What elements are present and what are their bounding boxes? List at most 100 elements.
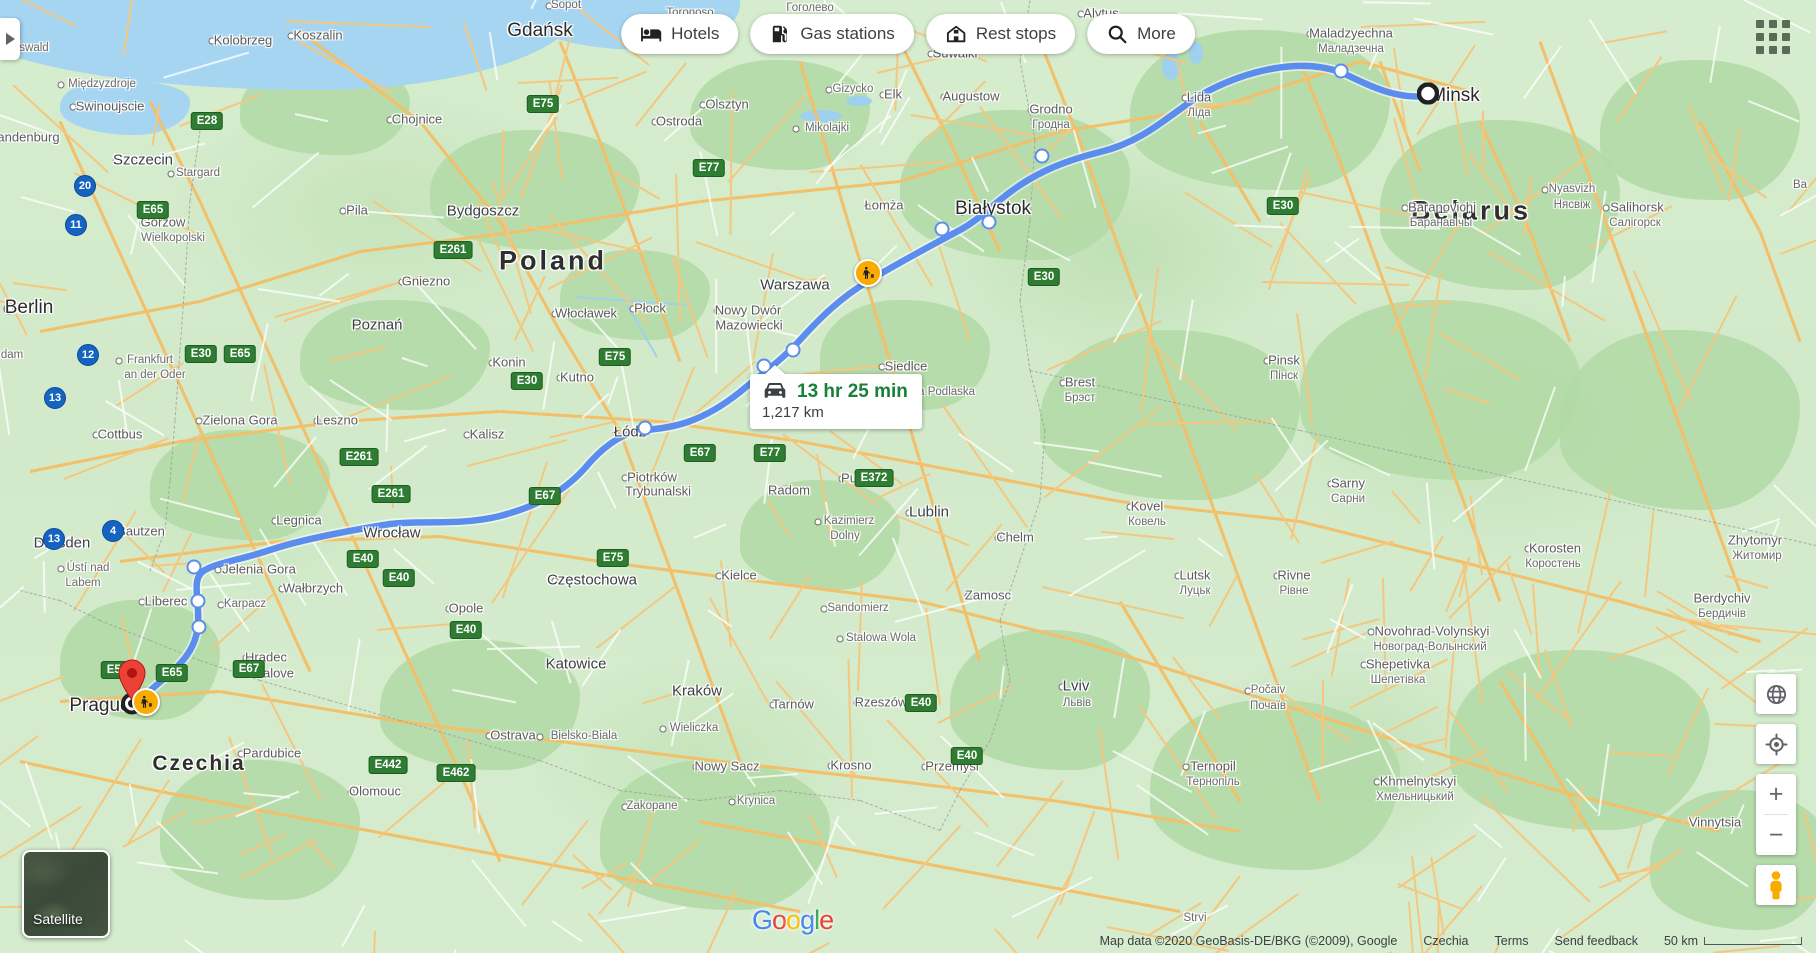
zoom-out-button[interactable]: − xyxy=(1756,815,1796,855)
city-dot[interactable] xyxy=(287,33,294,40)
city-dot[interactable] xyxy=(1182,764,1189,771)
city-dot[interactable] xyxy=(1307,31,1314,38)
city-dot[interactable] xyxy=(69,104,76,111)
city-dot[interactable] xyxy=(879,92,886,99)
city-dot[interactable] xyxy=(58,82,65,89)
city-dot[interactable] xyxy=(1060,380,1067,387)
city-dot[interactable] xyxy=(238,751,245,758)
city-dot[interactable] xyxy=(1274,573,1281,580)
city-dot[interactable] xyxy=(3,304,14,315)
city-dot[interactable] xyxy=(536,734,543,741)
zoom-in-button[interactable]: + xyxy=(1756,774,1796,814)
city-dot[interactable] xyxy=(1264,358,1271,365)
city-dot[interactable] xyxy=(399,279,406,286)
zoom-controls[interactable]: + − xyxy=(1756,774,1796,855)
map-controls[interactable]: + − xyxy=(1756,674,1796,905)
route-waypoint[interactable] xyxy=(1334,64,1349,79)
city-dot[interactable] xyxy=(715,573,722,580)
city-dot[interactable] xyxy=(769,488,776,495)
region-link[interactable]: Czechia xyxy=(1423,934,1468,948)
route-waypoint[interactable] xyxy=(187,560,202,575)
terms-link[interactable]: Terms xyxy=(1495,934,1529,948)
city-dot[interactable] xyxy=(348,789,355,796)
route-waypoint[interactable] xyxy=(1035,149,1050,164)
city-dot[interactable] xyxy=(449,209,456,216)
city-dot[interactable] xyxy=(196,418,203,425)
city-dot[interactable] xyxy=(957,205,968,216)
route-origin-marker-minsk[interactable] xyxy=(1417,83,1439,110)
city-dot[interactable] xyxy=(552,311,559,318)
city-dot[interactable] xyxy=(1401,205,1408,212)
city-dot[interactable] xyxy=(116,358,123,365)
city-dot[interactable] xyxy=(1328,481,1335,488)
city-dot[interactable] xyxy=(621,804,628,811)
city-dot[interactable] xyxy=(879,364,886,371)
city-dot[interactable] xyxy=(693,764,700,771)
route-waypoint[interactable] xyxy=(638,421,653,436)
city-dot[interactable] xyxy=(551,578,558,585)
city-dot[interactable] xyxy=(463,432,470,439)
city-dot[interactable] xyxy=(854,700,861,707)
city-dot[interactable] xyxy=(660,726,667,733)
city-dot[interactable] xyxy=(1367,629,1374,636)
city-dot[interactable] xyxy=(1541,187,1548,194)
city-dot[interactable] xyxy=(35,541,42,548)
city-dot[interactable] xyxy=(313,418,320,425)
city-dot[interactable] xyxy=(940,94,947,101)
chip-rest-stops[interactable]: Rest stops xyxy=(926,14,1075,54)
city-dot[interactable] xyxy=(1374,779,1381,786)
apps-grid-icon[interactable] xyxy=(1756,20,1790,54)
city-dot[interactable] xyxy=(905,510,912,517)
expand-panel-button[interactable] xyxy=(0,18,20,60)
category-chips-toolbar[interactable]: Hotels Gas stations Rest stops More xyxy=(621,14,1195,54)
route-waypoint[interactable] xyxy=(192,620,207,635)
city-dot[interactable] xyxy=(1182,95,1189,102)
city-dot[interactable] xyxy=(714,308,721,315)
city-dot[interactable] xyxy=(826,87,833,94)
roadworks-hazard-marker[interactable] xyxy=(132,688,160,716)
chip-more[interactable]: More xyxy=(1087,14,1195,54)
city-dot[interactable] xyxy=(340,208,347,215)
city-dot[interactable] xyxy=(729,799,736,806)
city-dot[interactable] xyxy=(489,360,496,367)
route-waypoint[interactable] xyxy=(786,343,801,358)
roadworks-hazard-marker[interactable] xyxy=(854,259,882,287)
city-dot[interactable] xyxy=(837,636,844,643)
city-dot[interactable] xyxy=(386,117,393,124)
chip-gas-stations[interactable]: Gas stations xyxy=(750,14,914,54)
city-dot[interactable] xyxy=(673,689,680,696)
city-dot[interactable] xyxy=(1059,684,1066,691)
city-dot[interactable] xyxy=(613,430,620,437)
chip-hotels[interactable]: Hotels xyxy=(621,14,738,54)
city-dot[interactable] xyxy=(272,518,279,525)
city-dot[interactable] xyxy=(964,593,971,600)
city-dot[interactable] xyxy=(57,566,64,573)
city-dot[interactable] xyxy=(557,375,564,382)
route-info-tooltip[interactable]: 13 hr 25 min 1,217 km xyxy=(750,374,922,429)
city-dot[interactable] xyxy=(446,606,453,613)
city-dot[interactable] xyxy=(821,606,828,613)
city-dot[interactable] xyxy=(1127,504,1134,511)
city-dot[interactable] xyxy=(621,475,628,482)
city-dot[interactable] xyxy=(365,531,372,538)
map-canvas[interactable]: Poland Belarus Czechia Minsk Białystok Berlin… xyxy=(0,0,1816,953)
city-dot[interactable] xyxy=(139,599,146,606)
route-waypoint[interactable] xyxy=(935,222,950,237)
city-dot[interactable] xyxy=(486,733,493,740)
city-dot[interactable] xyxy=(815,519,822,526)
city-dot[interactable] xyxy=(1603,205,1610,212)
satellite-layer-toggle[interactable]: Satellite xyxy=(22,850,110,938)
city-dot[interactable] xyxy=(1027,107,1034,114)
city-dot[interactable] xyxy=(218,602,225,609)
city-dot[interactable] xyxy=(167,171,174,178)
city-dot[interactable] xyxy=(546,3,553,10)
city-dot[interactable] xyxy=(652,119,659,126)
city-dot[interactable] xyxy=(1244,688,1251,695)
city-dot[interactable] xyxy=(93,432,100,439)
city-dot[interactable] xyxy=(1524,546,1531,553)
send-feedback-link[interactable]: Send feedback xyxy=(1555,934,1638,948)
city-dot[interactable] xyxy=(921,764,928,771)
city-dot[interactable] xyxy=(279,586,286,593)
route-waypoint[interactable] xyxy=(982,215,997,230)
route-waypoint[interactable] xyxy=(191,594,206,609)
